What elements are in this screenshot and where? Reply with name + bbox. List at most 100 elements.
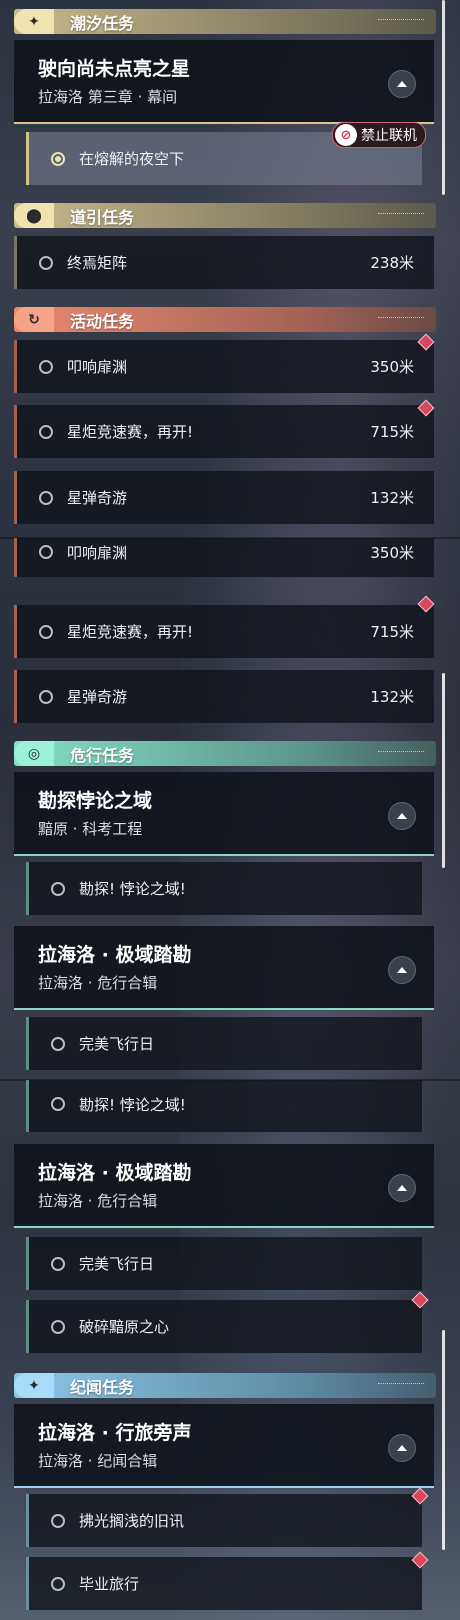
subitem-label: 毕业旅行 xyxy=(79,1575,140,1593)
lore-quest-subitem[interactable]: 毕业旅行 xyxy=(26,1557,422,1610)
header-decoration xyxy=(378,1383,424,1388)
badge-text: 禁止联机 xyxy=(361,128,417,144)
chevron-up-icon xyxy=(397,1445,407,1451)
quest-subtitle: 拉海洛 · 危行合辑 xyxy=(38,1192,158,1210)
danger-quest-subitem[interactable]: 勘探! 悖论之域! xyxy=(26,862,422,915)
section-title: 活动任务 xyxy=(70,311,135,331)
chevron-up-icon xyxy=(397,1185,407,1191)
quest-label: 终焉矩阵 xyxy=(67,254,128,272)
chevron-up-icon xyxy=(397,967,407,973)
section-title: 危行任务 xyxy=(70,745,135,765)
section-title: 道引任务 xyxy=(70,207,135,227)
quest-label: 叩响扉渊 xyxy=(67,543,128,562)
quest-label: 星弹奇游 xyxy=(67,489,128,507)
objective-ring-icon xyxy=(51,1319,65,1334)
scrollbar-thumb[interactable] xyxy=(442,1330,445,1550)
quest-title: 拉海洛 · 行旅旁声 xyxy=(38,1422,192,1444)
objective-ring-icon xyxy=(39,359,53,374)
lore-quest-subitem[interactable]: 拂光搁浅的旧讯 xyxy=(26,1494,422,1547)
event-quest-item[interactable]: 星弹奇游 132米 xyxy=(14,471,434,524)
objective-ring-icon xyxy=(39,424,53,439)
danger-quest-subitem[interactable]: 破碎黯原之心 xyxy=(26,1300,422,1353)
quest-title: 勘探悖论之域 xyxy=(38,790,153,812)
scrollbar-thumb[interactable] xyxy=(442,673,445,868)
collapse-button[interactable] xyxy=(388,1174,416,1202)
objective-ring-icon xyxy=(51,881,65,896)
no-multiplayer-icon: ⊘ xyxy=(335,124,357,146)
quest-subtitle: 拉海洛 第三章 · 幕间 xyxy=(38,88,178,106)
danger-quest-header[interactable]: ◎ 危行任务 xyxy=(14,741,436,766)
lore-quest-header[interactable]: ✦ 纪闻任务 xyxy=(14,1373,436,1398)
header-decoration xyxy=(378,213,424,218)
subitem-label: 在熔解的夜空下 xyxy=(79,150,185,168)
danger-quest-subitem[interactable]: 完美飞行日 xyxy=(26,1237,422,1290)
objective-ring-icon xyxy=(51,1097,65,1111)
collapse-button[interactable] xyxy=(388,956,416,984)
objective-ring-icon xyxy=(39,490,53,505)
event-quest-item[interactable]: 星弹奇游 132米 xyxy=(14,670,434,723)
subitem-label: 拂光搁浅的旧讯 xyxy=(79,1512,185,1530)
section-title: 潮汐任务 xyxy=(70,13,135,33)
quest-subtitle: 黯原 · 科考工程 xyxy=(38,820,143,838)
subitem-label: 破碎黯原之心 xyxy=(79,1318,170,1336)
subitem-label: 勘探! 悖论之域! xyxy=(79,1095,186,1114)
quest-distance: 132米 xyxy=(370,489,414,507)
objective-ring-icon xyxy=(51,1576,65,1591)
objective-ring-icon xyxy=(39,255,53,270)
quest-distance: 715米 xyxy=(370,423,414,441)
event-quest-item[interactable]: 星炬竞速赛，再开! 715米 xyxy=(14,405,434,458)
danger-quest-card[interactable]: 勘探悖论之域 黯原 · 科考工程 xyxy=(14,772,434,856)
quest-label: 星炬竞速赛，再开! xyxy=(67,623,194,641)
event-quest-item[interactable]: 叩响扉渊 350米 xyxy=(14,340,434,393)
quest-title: 拉海洛 · 极域踏勘 xyxy=(38,944,192,966)
collapse-button[interactable] xyxy=(388,802,416,830)
danger-quest-card[interactable]: 拉海洛 · 极域踏勘 拉海洛 · 危行合辑 xyxy=(14,1144,434,1228)
quest-distance: 350米 xyxy=(370,358,414,376)
scrollbar-thumb[interactable] xyxy=(442,0,445,195)
quest-list-panel-1: ✦ 潮汐任务 驶向尚未点亮之星 拉海洛 第三章 · 幕间 在熔解的夜空下 ⊘ 禁… xyxy=(0,0,460,538)
objective-ring-icon xyxy=(51,1036,65,1051)
header-decoration xyxy=(378,317,424,322)
quest-distance: 715米 xyxy=(370,623,414,641)
event-quest-item[interactable]: 星炬竞速赛，再开! 715米 xyxy=(14,605,434,658)
subitem-label: 完美飞行日 xyxy=(79,1255,155,1273)
collapse-button[interactable] xyxy=(388,1434,416,1462)
eye-gear-icon: ◎ xyxy=(14,741,54,766)
quest-list-panel-2: 叩响扉渊 350米 星炬竞速赛，再开! 715米 星弹奇游 132米 ◎ 危行任… xyxy=(0,538,460,1080)
tide-quest-header[interactable]: ✦ 潮汐任务 xyxy=(14,9,436,34)
refresh-icon: ↻ xyxy=(14,307,54,332)
quest-label: 叩响扉渊 xyxy=(67,358,128,376)
sparkle-icon: ✦ xyxy=(14,9,54,34)
section-title: 纪闻任务 xyxy=(70,1377,135,1397)
objective-ring-icon xyxy=(51,1513,65,1528)
quest-title: 驶向尚未点亮之星 xyxy=(38,58,191,80)
quest-distance: 238米 xyxy=(370,254,414,272)
lore-quest-card[interactable]: 拉海洛 · 行旅旁声 拉海洛 · 纪闻合辑 xyxy=(14,1404,434,1488)
sparkle-icon: ✦ xyxy=(14,1373,54,1398)
danger-quest-card[interactable]: 拉海洛 · 极域踏勘 拉海洛 · 危行合辑 xyxy=(14,926,434,1010)
event-quest-item[interactable]: 叩响扉渊 350米 xyxy=(14,538,434,577)
collapse-button[interactable] xyxy=(388,70,416,98)
quest-list-panel-3: 勘探! 悖论之域! 拉海洛 · 极域踏勘 拉海洛 · 危行合辑 完美飞行日 破碎… xyxy=(0,1080,460,1620)
subitem-label: 完美飞行日 xyxy=(79,1035,155,1053)
chevron-up-icon xyxy=(397,813,407,819)
active-objective-icon xyxy=(51,151,65,166)
no-coop-badge: ⊘ 禁止联机 xyxy=(332,122,426,148)
guide-quest-item[interactable]: 终焉矩阵 238米 xyxy=(14,236,434,289)
quest-distance: 132米 xyxy=(370,688,414,706)
header-decoration xyxy=(378,751,424,756)
quest-distance: 350米 xyxy=(370,543,414,562)
event-quest-header[interactable]: ↻ 活动任务 xyxy=(14,307,436,332)
map-pin-icon: ⬤ xyxy=(14,203,54,228)
quest-subtitle: 拉海洛 · 危行合辑 xyxy=(38,974,158,992)
tide-quest-card[interactable]: 驶向尚未点亮之星 拉海洛 第三章 · 幕间 xyxy=(14,40,434,124)
danger-quest-subitem[interactable]: 勘探! 悖论之域! xyxy=(26,1080,422,1132)
guide-quest-header[interactable]: ⬤ 道引任务 xyxy=(14,203,436,228)
danger-quest-subitem[interactable]: 完美飞行日 xyxy=(26,1017,422,1070)
quest-label: 星弹奇游 xyxy=(67,688,128,706)
objective-ring-icon xyxy=(39,689,53,704)
chevron-up-icon xyxy=(397,81,407,87)
quest-title: 拉海洛 · 极域踏勘 xyxy=(38,1162,192,1184)
quest-label: 星炬竞速赛，再开! xyxy=(67,423,194,441)
header-decoration xyxy=(378,19,424,24)
